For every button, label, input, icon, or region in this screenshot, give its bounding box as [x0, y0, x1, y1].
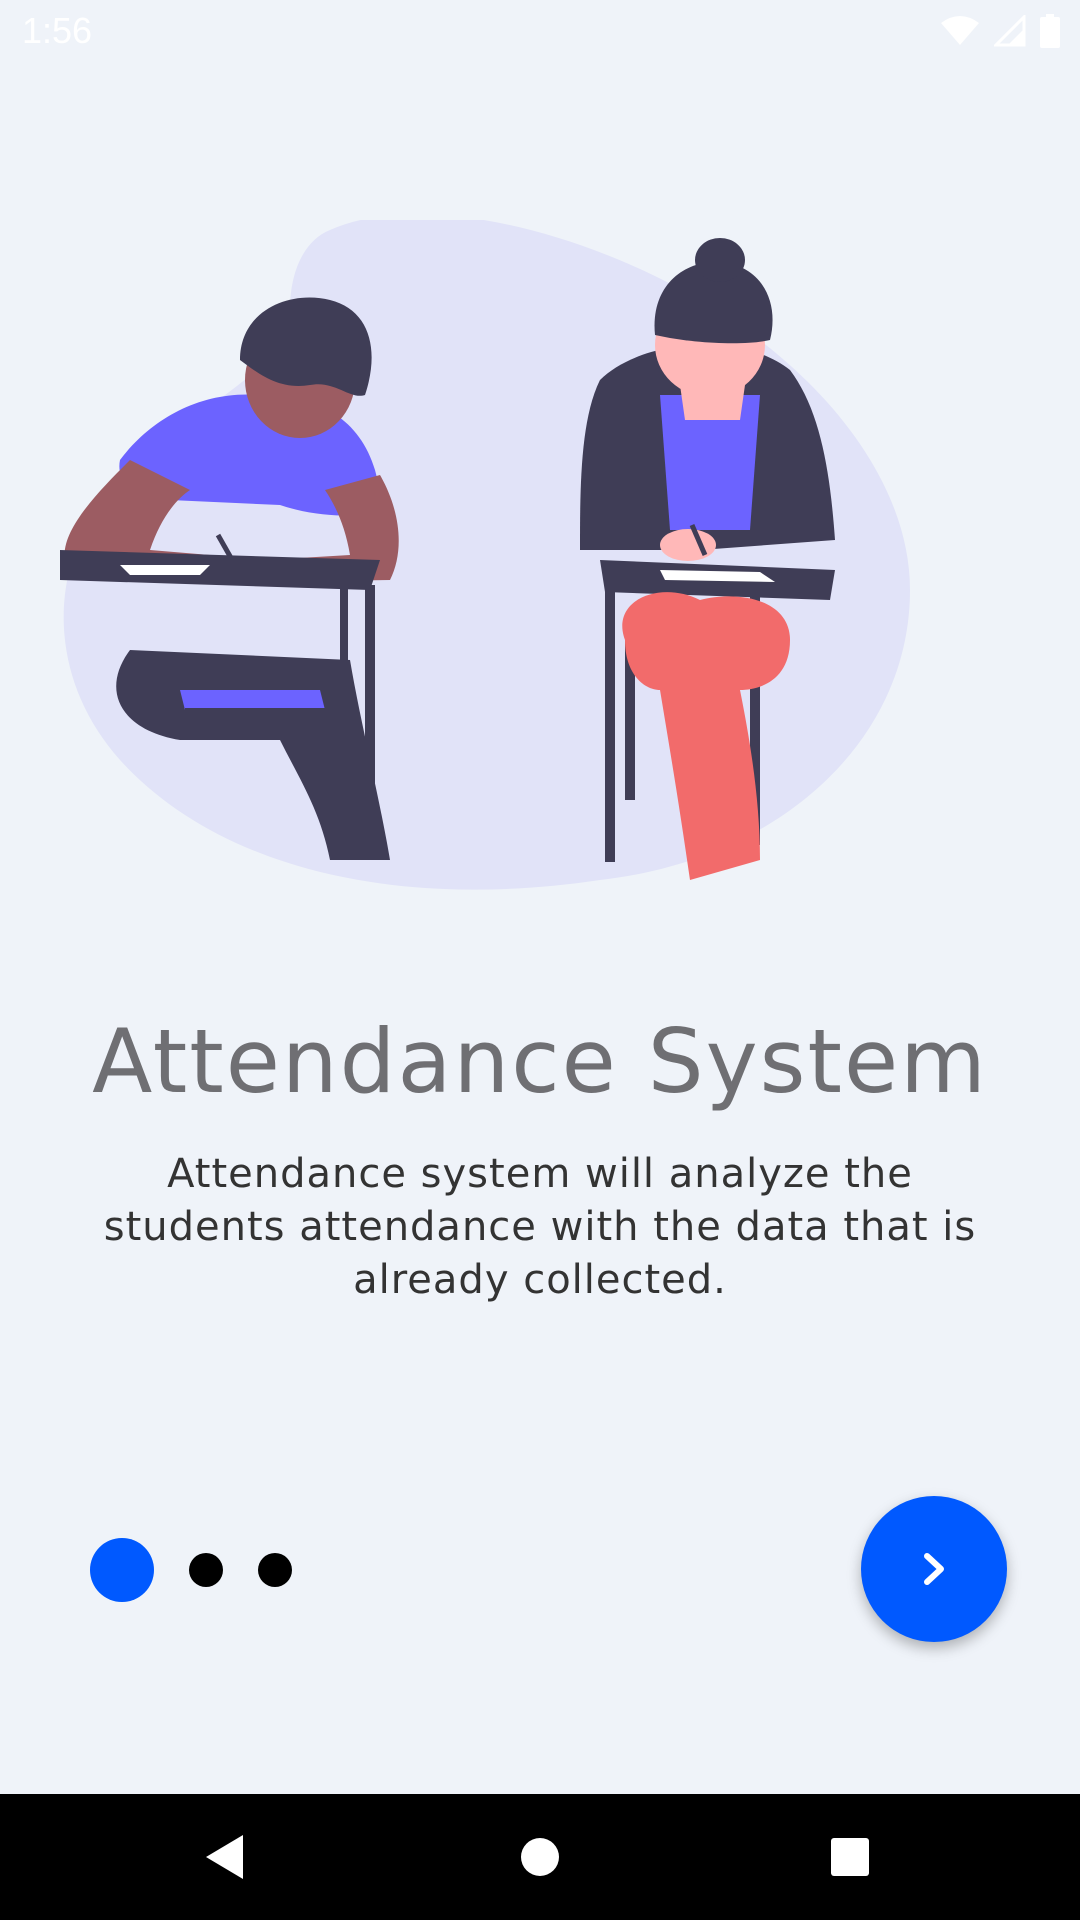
chevron-right-icon: [924, 1553, 944, 1585]
onboarding-screen: 1:56 Attendance System Attendance system…: [0, 0, 1080, 1920]
status-time: 1:56: [22, 10, 93, 51]
nav-home-button[interactable]: [470, 1794, 610, 1920]
page-indicator-dot[interactable]: [258, 1553, 292, 1587]
onboarding-description: Attendance system will analyze the stude…: [103, 1151, 977, 1303]
wifi-icon: [941, 16, 979, 45]
home-icon: [521, 1838, 559, 1876]
status-bar: 1:56: [0, 0, 1080, 64]
battery-icon: [1040, 14, 1060, 48]
page-indicator-dot-active[interactable]: [90, 1538, 154, 1602]
students-writing-illustration: [60, 220, 910, 890]
recents-icon: [831, 1838, 869, 1876]
back-icon: [206, 1835, 243, 1879]
onboarding-title: Attendance System: [92, 1010, 988, 1113]
status-icons: [940, 12, 1060, 50]
navigation-bar: [0, 1794, 1080, 1920]
cellular-signal-icon: [994, 15, 1026, 47]
nav-recents-button[interactable]: [780, 1794, 920, 1920]
nav-back-button[interactable]: [155, 1794, 295, 1920]
page-indicator-dot[interactable]: [189, 1553, 223, 1587]
next-button[interactable]: [861, 1496, 1007, 1642]
